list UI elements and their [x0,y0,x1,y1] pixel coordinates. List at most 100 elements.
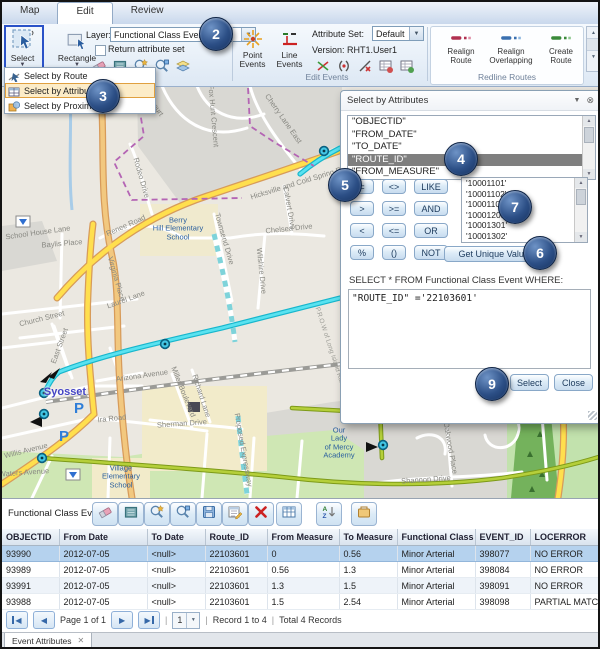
sort-button[interactable]: AZ [316,502,342,526]
operator-button-LIKE[interactable]: LIKE [414,179,448,194]
table-cell: 2012-07-05 [59,578,147,594]
dialog-close-icon[interactable]: ⊗ [586,95,594,106]
menu-item-select-by-proximity[interactable]: Select by Proximity [5,98,155,113]
table-cell: 2.54 [339,594,397,610]
table-row[interactable]: 939902012-07-05<null>2210360100.56Minor … [2,546,600,562]
operator-button-<=[interactable]: <= [382,223,406,238]
save-button[interactable] [196,502,222,526]
return-attribute-set-checkbox[interactable] [95,45,106,56]
operator-button-OR[interactable]: OR [414,223,448,238]
table-cell: 398091 [475,578,530,594]
column-header-to-measure[interactable]: To Measure [339,529,397,546]
tab-close-icon[interactable]: ✕ [78,636,85,645]
menu-item-select-by-route[interactable]: Select by Route [5,68,155,83]
callout-4: 4 [444,142,478,176]
dialog-title-bar[interactable]: Select by Attributes ▼ ⊗ [341,91,600,111]
layers-icon[interactable] [174,57,191,74]
line-events-button[interactable]: Line Events [272,28,307,70]
operator-button-()[interactable]: () [382,245,406,260]
scroll-up-icon[interactable]: ▲ [583,116,595,126]
operator-button-<>[interactable]: <> [382,179,406,194]
dialog-close-button[interactable]: Close [554,374,593,391]
zoom-events-button[interactable] [170,502,196,526]
value-item[interactable]: '10001101' [462,178,587,189]
point-events-button[interactable]: Point Events [235,28,270,70]
column-header-event_id[interactable]: EVENT_ID [475,529,530,546]
column-header-from-measure[interactable]: From Measure [267,529,339,546]
table-cell: NO ERROR [530,562,600,578]
column-header-from-date[interactable]: From Date [59,529,147,546]
first-page-button[interactable]: ◀ [6,611,28,629]
callout-7: 7 [498,190,532,224]
where-clause-input[interactable]: "ROUTE_ID" ='22103601' [348,289,591,369]
operator-button-NOT[interactable]: NOT [414,245,448,260]
column-header-locerror[interactable]: LOCERROR [530,529,600,546]
operator-button->=[interactable]: >= [382,201,406,216]
operator-button->[interactable]: > [350,201,374,216]
table-cell: 22103601 [205,594,267,610]
scroll-up-icon[interactable]: ▲ [575,178,587,188]
operator-button-AND[interactable]: AND [414,201,448,216]
ribbon-scroll-up-icon[interactable]: ▲ [587,27,600,39]
eraser-button[interactable] [92,502,118,526]
operator-button-<[interactable]: < [350,223,374,238]
last-page-button[interactable]: ▶ [138,611,160,629]
dialog-title: Select by Attributes [347,95,428,106]
column-header-route_id[interactable]: Route_ID [205,529,267,546]
attribute-set-combo-arrow-icon[interactable]: ▼ [409,27,423,40]
table-row[interactable]: 939882012-07-05<null>221036011.52.54Mino… [2,594,600,610]
table-cell: <null> [147,578,205,594]
eraser-icon [97,504,113,525]
ribbon-scroll-down-icon[interactable]: ▼ [587,51,600,62]
bottom-tab-label: Event Attributes [12,636,72,646]
table-pager: ◀ ◀ Page 1 of 1 ▶ ▶ | 1 ▼ | Record 1 to … [6,611,342,629]
menu-item-select-by-attributes[interactable]: Select by Attributes [5,83,155,98]
parking-label: P [59,429,69,446]
tab-review[interactable]: Review [113,2,182,24]
column-header-functional-class[interactable]: Functional Class [397,529,475,546]
zoom-selected-button[interactable] [144,502,170,526]
value-item[interactable]: '10001301' [462,220,587,231]
version-label: Version: RHT1.User1 [312,45,397,55]
operator-button-%[interactable]: % [350,245,374,260]
table-cell: 93991 [2,578,59,594]
field-item[interactable]: "OBJECTID" [348,116,595,129]
dialog-menu-caret-icon[interactable]: ▼ [574,97,581,104]
tab-event-attributes[interactable]: Event Attributes ✕ [4,633,92,649]
page-number-caret-icon[interactable]: ▼ [186,613,199,628]
realign-overlapping-button[interactable]: Realign Overlapping [485,32,537,65]
table-row[interactable]: 939892012-07-05<null>221036010.561.3Mino… [2,562,600,578]
attribute-table-button[interactable] [276,502,302,526]
select-dropdown-menu: Select by RouteSelect by AttributesSelec… [4,67,156,114]
dialog-resize-grip[interactable] [588,411,597,420]
attribute-set-combo[interactable]: Default ▼ [372,26,424,41]
ribbon-scrollbar[interactable]: ▲ ▼ [586,26,600,72]
column-header-to-date[interactable]: To Date [147,529,205,546]
column-header-objectid[interactable]: OBJECTID [2,529,59,546]
table-row[interactable]: 939912012-07-05<null>221036011.31.5Minor… [2,578,600,594]
scroll-down-icon[interactable]: ▼ [575,232,587,242]
next-page-button[interactable]: ▶ [111,611,133,629]
create-route-button[interactable]: Create Route [535,32,587,65]
operator-grid: =<>LIKE>>=AND<<=OR%()NOT [350,179,448,260]
tab-map[interactable]: Map [2,2,57,24]
show-selected-button[interactable] [118,502,144,526]
callout-9: 9 [475,367,509,401]
field-item[interactable]: "FROM_DATE" [348,129,595,142]
field-list-scrollbar[interactable]: ▲ ▼ [582,116,595,179]
event-table-green-icon[interactable] [398,57,415,74]
value-item[interactable]: '10001302' [462,231,587,242]
value-list-scrollbar[interactable]: ▲ ▼ [574,178,587,242]
edit-dates-button[interactable] [222,502,248,526]
dialog-select-button[interactable]: Select [510,374,549,391]
table-cell: 1.3 [267,578,339,594]
prev-page-button[interactable]: ◀ [33,611,55,629]
table-cell: Minor Arterial [397,578,475,594]
save-icon [201,504,217,525]
page-number-dropdown[interactable]: 1 ▼ [172,612,200,629]
export-icon [356,504,372,525]
export-button[interactable] [351,502,377,526]
delete-button[interactable] [248,502,274,526]
realign-route-button[interactable]: Realign Route [435,32,487,65]
tab-edit[interactable]: Edit [57,2,112,24]
